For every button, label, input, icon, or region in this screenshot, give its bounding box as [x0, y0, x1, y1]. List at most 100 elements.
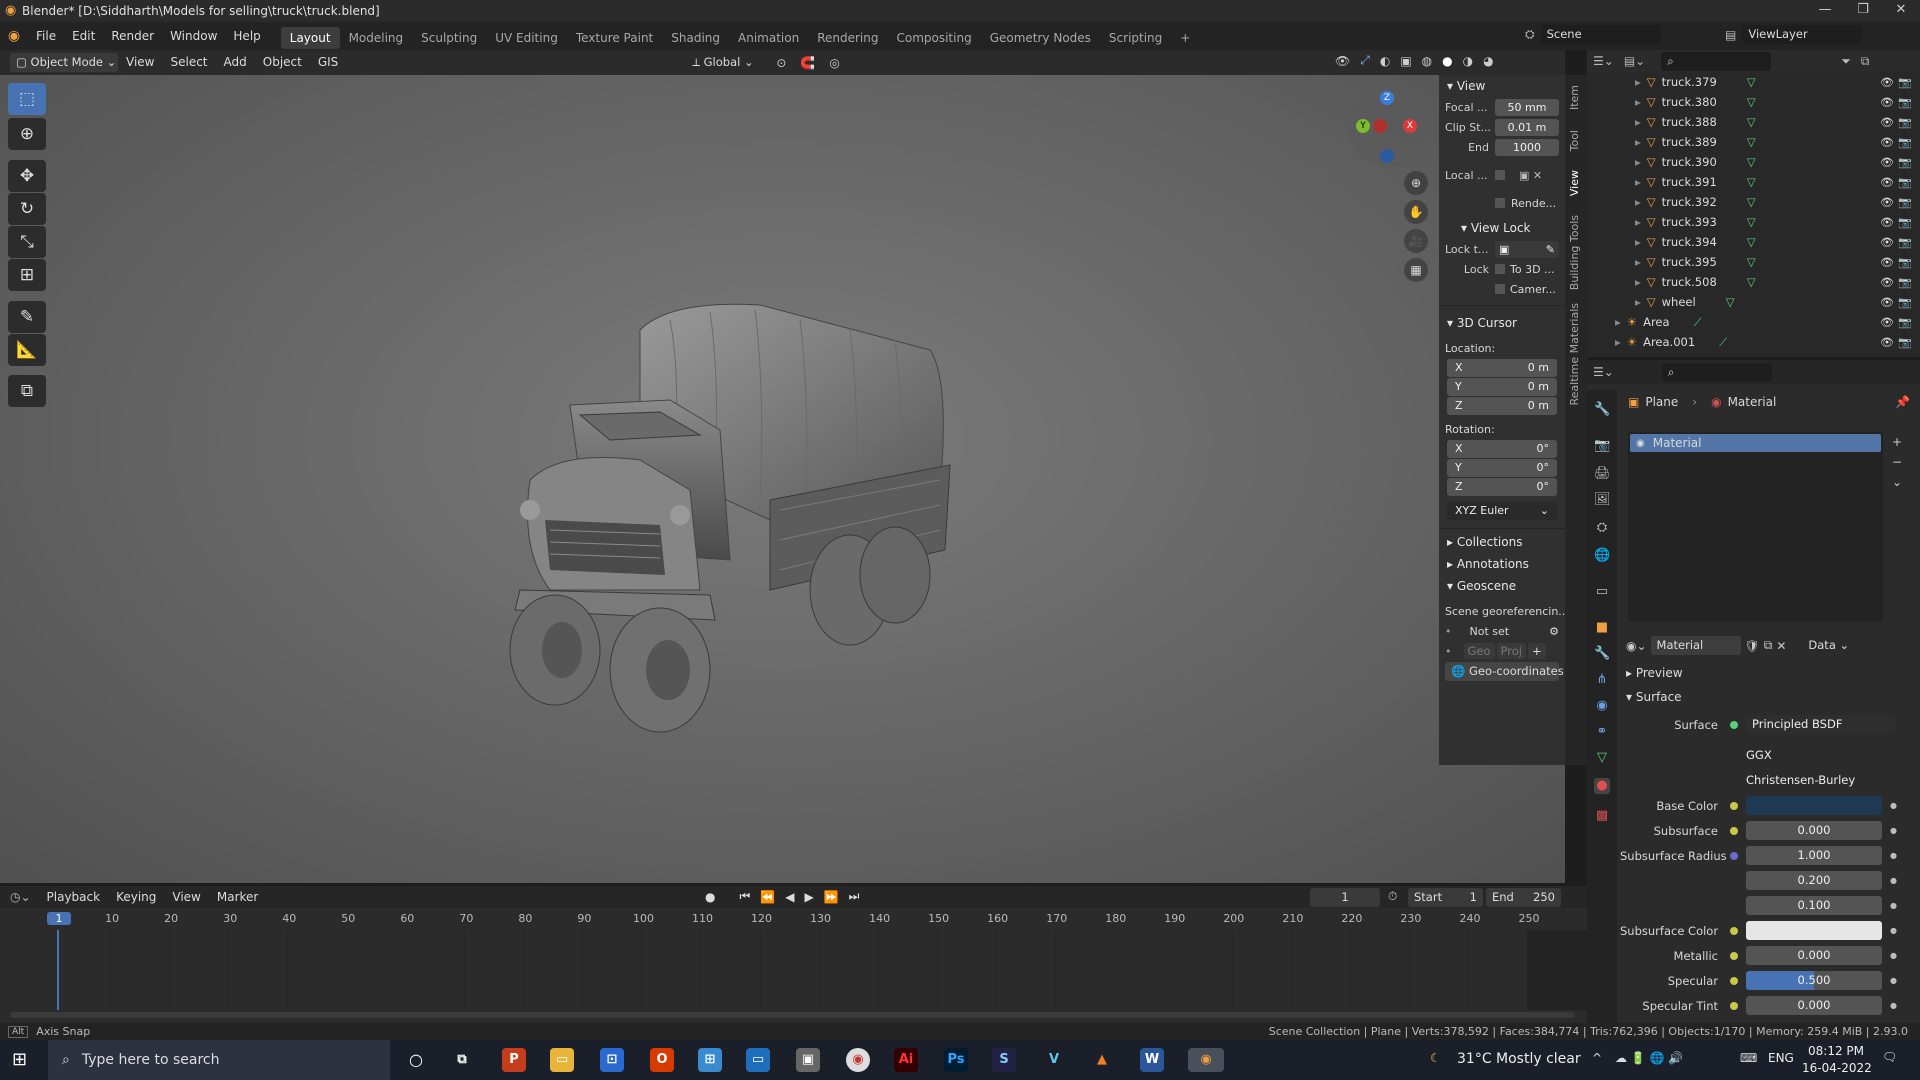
lock-to-object-field[interactable]: ▣ ✎ [1495, 240, 1559, 258]
camera-picker-icon[interactable]: ▣ ✕ [1519, 169, 1542, 182]
jump-end-icon[interactable]: ⏭ [849, 889, 860, 904]
outliner-item[interactable]: ▸ ▽ truck.393 ▽ 👁 📷 [1587, 212, 1920, 232]
menu-help[interactable]: Help [225, 22, 268, 50]
navigation-gizmo[interactable]: Z Y X [1348, 87, 1428, 167]
outliner-item[interactable]: ▸ ▽ truck.392 ▽ 👁 📷 [1587, 192, 1920, 212]
gear-icon[interactable]: ⚙ [1549, 625, 1559, 638]
expand-arrow-icon[interactable]: ▸ [1635, 95, 1641, 109]
timeline-scrollbar[interactable] [10, 1012, 1575, 1018]
number-field[interactable]: 0.200 [1746, 871, 1882, 890]
keyframe-dot-icon[interactable]: ● [1890, 801, 1897, 810]
powerpoint-icon[interactable]: P [502, 1048, 526, 1072]
proj-button[interactable]: Proj [1496, 643, 1526, 659]
tray-chevron-icon[interactable]: ^ [1592, 1051, 1602, 1065]
clip-start-field[interactable]: 0.01 m [1495, 118, 1559, 136]
visibility-eye-icon[interactable]: 👁 [1880, 196, 1894, 209]
visibility-eye-icon[interactable]: 👁 [1880, 336, 1894, 349]
expand-arrow-icon[interactable]: ▸ [1635, 115, 1641, 129]
collection-tab-icon[interactable]: ▭ [1594, 584, 1610, 600]
expand-arrow-icon[interactable]: ▸ [1635, 275, 1641, 289]
tab-geometry-nodes[interactable]: Geometry Nodes [981, 27, 1100, 49]
expand-arrow-icon[interactable]: ▸ [1635, 215, 1641, 229]
filter-icon[interactable]: ⏷ [1841, 54, 1851, 69]
keyframe-dot-icon[interactable]: ● [1890, 826, 1897, 835]
camera-view-icon[interactable]: 🎥 [1404, 229, 1428, 253]
close-icon[interactable]: ✕ [1886, 2, 1916, 17]
lock-to-3d-cursor-checkbox[interactable] [1495, 264, 1505, 274]
material-tab-icon[interactable]: ● [1594, 778, 1610, 794]
menu-edit[interactable]: Edit [64, 22, 103, 50]
add-slot-icon[interactable]: + [1892, 432, 1902, 452]
visibility-eye-icon[interactable]: 👁 [1880, 136, 1894, 149]
menu-render[interactable]: Render [103, 22, 162, 50]
fake-user-icon[interactable]: 🛡 [1745, 639, 1760, 653]
gizmo-icon[interactable]: ⤢ [1360, 53, 1370, 68]
camera-to-view-checkbox[interactable] [1495, 284, 1505, 294]
number-field[interactable]: 0.000 [1746, 996, 1882, 1015]
app-icon[interactable]: ▣ [796, 1048, 820, 1072]
slot-menu-icon[interactable]: ⌄ [1892, 472, 1902, 492]
cursor-rotation-z-field[interactable]: Z 0° [1447, 478, 1557, 496]
visibility-eye-icon[interactable]: 👁 [1880, 296, 1894, 309]
pan-hand-icon[interactable]: ✋ [1404, 200, 1428, 224]
expand-arrow-icon[interactable]: ▸ [1635, 195, 1641, 209]
rotate-tool-icon[interactable]: ↻ [8, 193, 46, 225]
render-camera-icon[interactable]: 📷 [1898, 176, 1912, 189]
tab-building-tools[interactable]: Building Tools [1568, 215, 1581, 290]
select-box-tool-icon[interactable]: ⬚ [8, 83, 46, 115]
neg-z-axis-icon[interactable] [1380, 149, 1394, 163]
view-layer-selector[interactable]: ▤ ViewLayer [1725, 25, 1863, 44]
outliner-item[interactable]: ▸ ☀ Area.001 ⟋ 👁 📷 [1587, 332, 1920, 352]
viewport-menu-select[interactable]: Select [162, 50, 215, 75]
render-camera-icon[interactable]: 📷 [1898, 336, 1912, 349]
snap-icon[interactable]: 🧲 [800, 56, 815, 70]
office-icon[interactable]: O [650, 1048, 674, 1072]
number-field[interactable]: 0.100 [1746, 896, 1882, 915]
prev-keyframe-icon[interactable]: ⏪ [760, 890, 775, 904]
weather-text[interactable]: 31°C Mostly clear [1457, 1051, 1581, 1067]
timeline-ruler[interactable]: 1 10 20 30 40 50 60 70 80 90 100 110 120 130 140 150 160… [0, 910, 1587, 1010]
illustrator-icon[interactable]: Ai [894, 1048, 918, 1072]
zoom-icon[interactable]: ⊕ [1404, 171, 1428, 195]
move-tool-icon[interactable]: ✥ [8, 160, 46, 192]
language-indicator[interactable]: ENG [1768, 1051, 1794, 1065]
particles-tab-icon[interactable]: ⋔ [1594, 672, 1610, 688]
add-workspace-icon[interactable]: + [1171, 27, 1199, 49]
geoscene-section-header[interactable]: ▾ Geoscene [1439, 575, 1565, 597]
surface-shader-field[interactable]: Principled BSDF [1746, 715, 1896, 734]
properties-search-input[interactable]: ⌕ [1661, 362, 1772, 382]
tab-tool[interactable]: Tool [1568, 130, 1581, 151]
expand-arrow-icon[interactable]: ▸ [1635, 295, 1641, 309]
render-camera-icon[interactable]: 📷 [1898, 96, 1912, 109]
jump-start-icon[interactable]: ⏮ [739, 889, 750, 904]
scale-tool-icon[interactable]: ⤡ [8, 226, 46, 258]
outliner-item[interactable]: ▸ ☀ Area ⟋ 👁 📷 [1587, 312, 1920, 332]
overlay-icon[interactable]: ◐ [1380, 54, 1390, 68]
expand-arrow-icon[interactable]: ▸ [1635, 75, 1641, 89]
remove-slot-icon[interactable]: − [1892, 452, 1902, 472]
cursor-location-x-field[interactable]: X 0 m [1447, 359, 1557, 377]
xray-icon[interactable]: ▣ [1400, 54, 1411, 68]
material-shading-icon[interactable]: ◑ [1463, 54, 1473, 68]
outliner-item[interactable]: ▸ ▽ truck.389 ▽ 👁 📷 [1587, 132, 1920, 152]
subsurface-method-dropdown[interactable]: Christensen-Burley [1740, 771, 1890, 790]
viewport-menu-add[interactable]: Add [216, 50, 255, 75]
solid-shading-icon[interactable]: ● [1442, 54, 1452, 68]
notifications-icon[interactable]: 🗨 [1882, 1050, 1897, 1064]
number-field[interactable]: 0.000 [1746, 821, 1882, 840]
outliner-item[interactable]: ▸ ▽ truck.379 ▽ 👁 📷 [1587, 72, 1920, 92]
render-camera-icon[interactable]: 📷 [1898, 236, 1912, 249]
cursor-location-z-field[interactable]: Z 0 m [1447, 397, 1557, 415]
number-field[interactable]: 0.000 [1746, 946, 1882, 965]
keyframe-dot-icon[interactable]: ● [1890, 851, 1897, 860]
texture-tab-icon[interactable]: ▩ [1594, 808, 1610, 824]
viewport-menu-gis[interactable]: GIS [310, 50, 346, 75]
scene-tab-icon[interactable]: ⛭ [1594, 520, 1610, 536]
render-camera-icon[interactable]: 📷 [1898, 316, 1912, 329]
object-mode-dropdown[interactable]: ▢ Object Mode ⌄ [10, 53, 118, 72]
tab-sculpting[interactable]: Sculpting [412, 27, 486, 49]
surface-section-header[interactable]: ▾ Surface [1626, 690, 1682, 704]
visibility-eye-icon[interactable]: 👁 [1880, 176, 1894, 189]
menu-file[interactable]: File [28, 22, 64, 50]
restore-icon[interactable]: ❐ [1848, 2, 1878, 17]
